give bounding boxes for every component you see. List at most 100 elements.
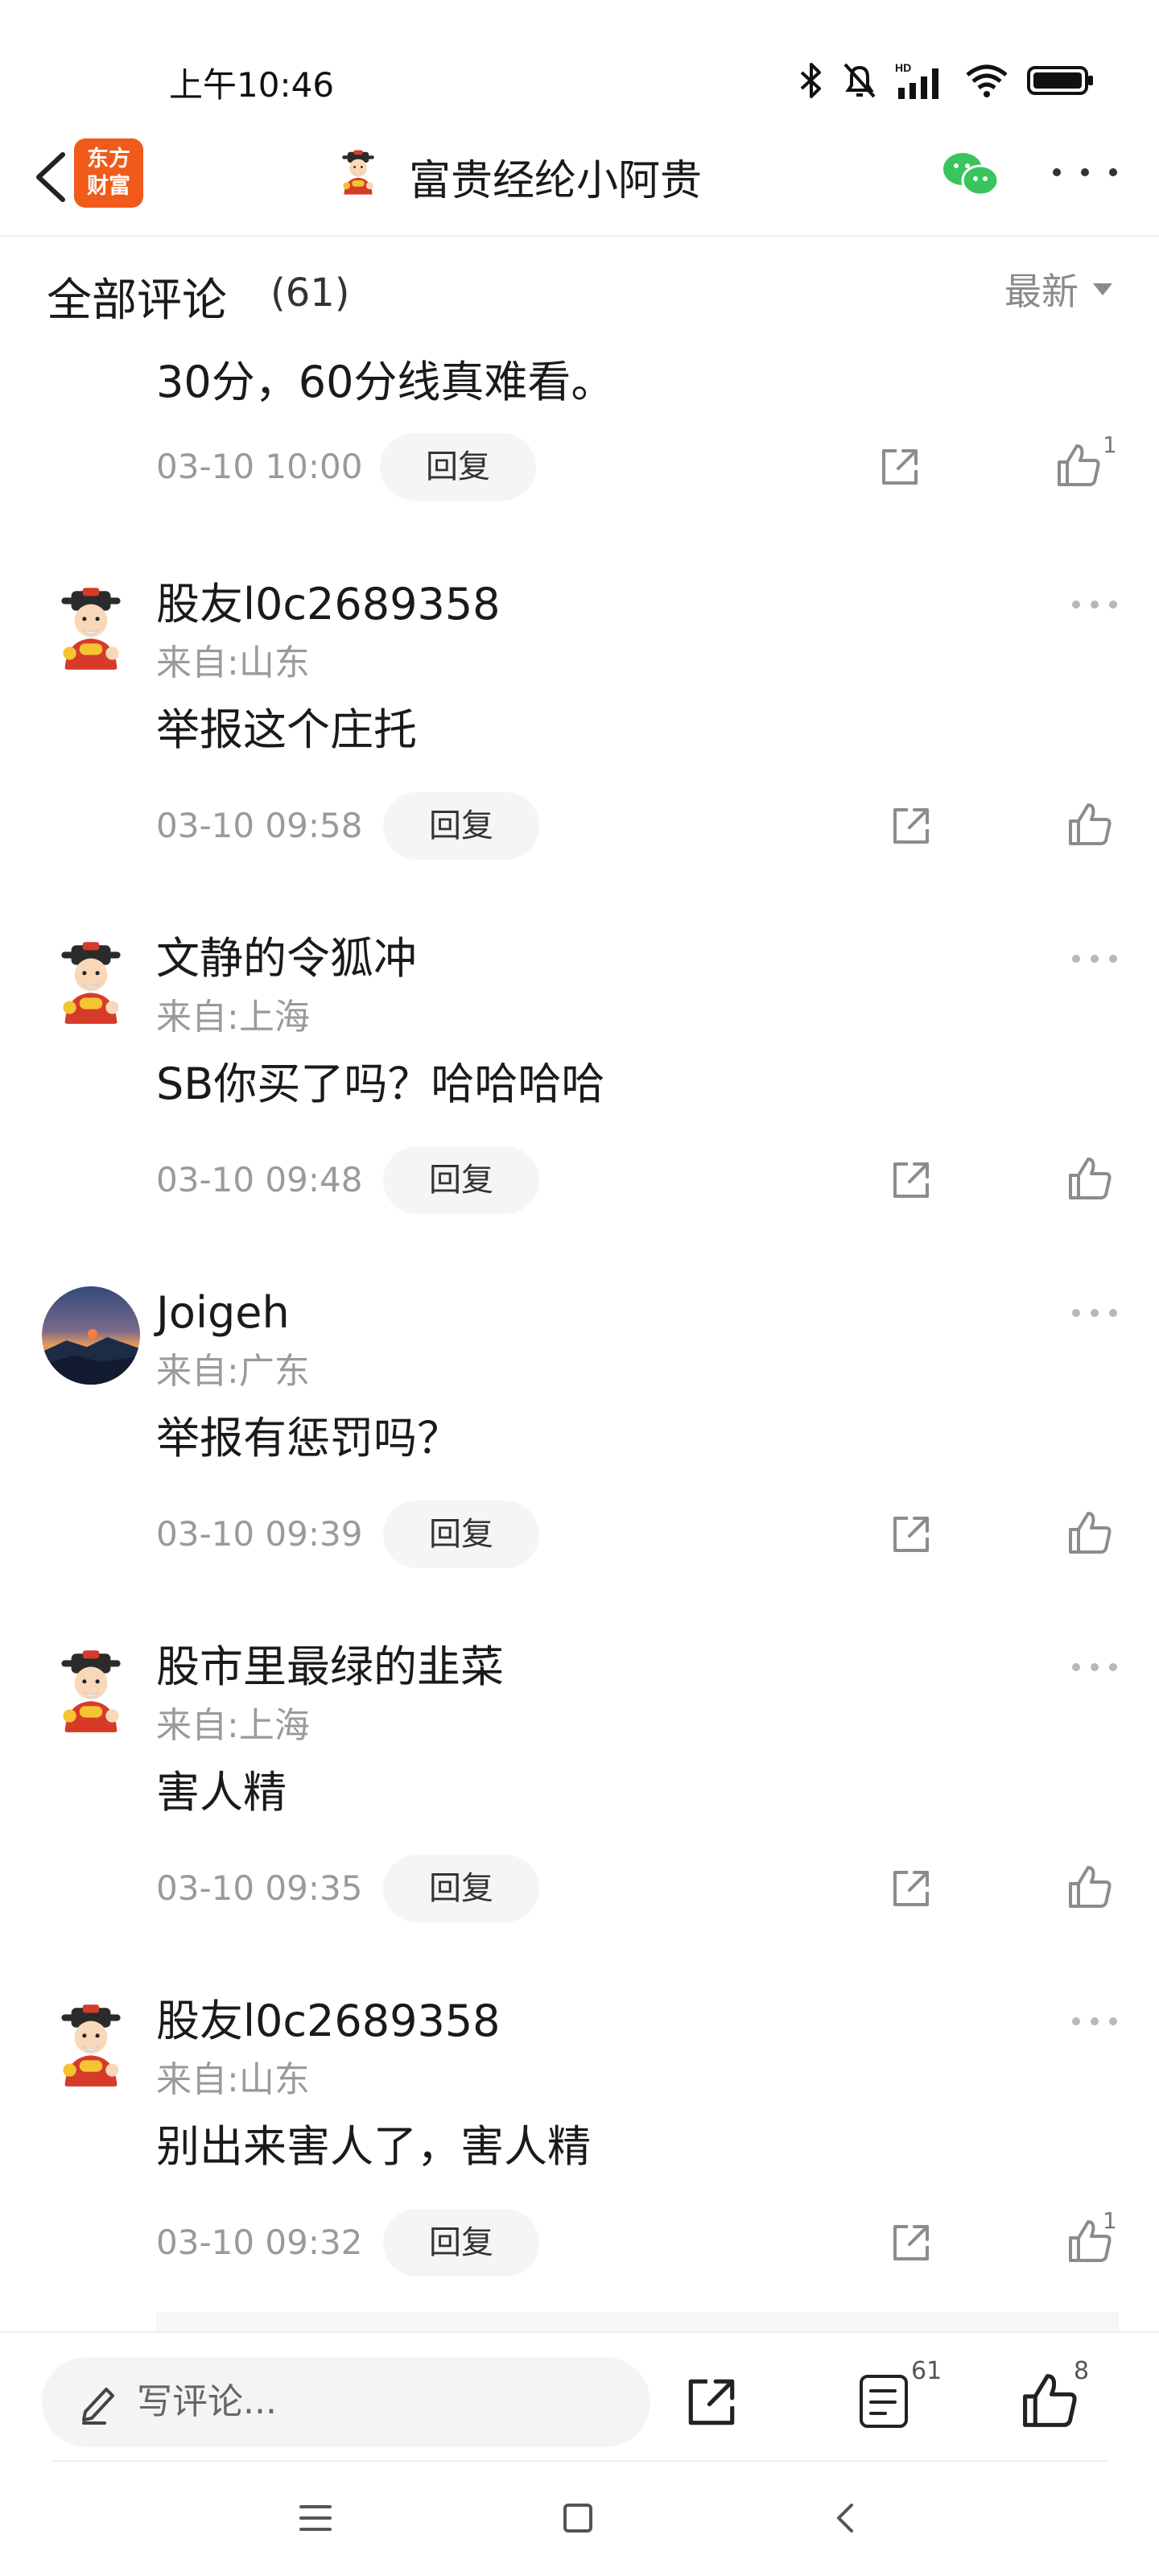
comments-header: 全部评论 (61) 最新 xyxy=(0,250,1159,330)
comment-date: 03-10 09:39 xyxy=(156,1514,363,1554)
more-options-button[interactable] xyxy=(1053,156,1117,188)
sort-dropdown[interactable]: 最新 xyxy=(1004,262,1112,316)
comment-content: SB你买了吗？哈哈哈哈 xyxy=(156,1059,605,1109)
like-count: 1 xyxy=(1103,2207,1117,2234)
comment-more-button[interactable] xyxy=(1072,1309,1117,1319)
app-logo[interactable]: 东方 财富 xyxy=(74,138,143,208)
like-icon[interactable] xyxy=(1066,1154,1114,1203)
comment-more-button[interactable] xyxy=(1072,2017,1117,2027)
more-dot-icon xyxy=(1091,955,1099,963)
bluetooth-icon xyxy=(800,63,821,98)
reply-button[interactable]: 回复 xyxy=(383,1146,539,1214)
nav-divider xyxy=(52,2460,1107,2462)
user-avatar[interactable] xyxy=(42,1995,140,2093)
like-icon[interactable] xyxy=(1066,800,1114,848)
more-dot-icon xyxy=(1091,2017,1099,2025)
chevron-left-icon xyxy=(36,152,65,202)
user-avatar[interactable] xyxy=(42,1286,140,1385)
comments-count: (61) xyxy=(270,270,350,316)
page-title: 富贵经纶小阿贵 xyxy=(409,157,703,205)
status-time: 上午10:46 xyxy=(169,65,335,105)
more-dot-icon xyxy=(1091,1309,1099,1317)
more-dot-icon xyxy=(1109,601,1117,609)
comment-more-button[interactable] xyxy=(1072,955,1117,964)
triangle-down-icon xyxy=(1093,283,1112,295)
like-icon[interactable] xyxy=(1054,441,1103,489)
comment-username[interactable]: 股友l0c2689358 xyxy=(156,576,501,633)
like-icon[interactable] xyxy=(1066,1509,1114,1557)
comment-date: 03-10 09:32 xyxy=(156,2223,363,2262)
system-nav-bar xyxy=(0,2463,1159,2576)
like-count: 1 xyxy=(1103,431,1117,458)
like-icon[interactable] xyxy=(1019,2370,1080,2431)
title-divider xyxy=(0,235,1159,237)
author-avatar[interactable] xyxy=(332,145,385,198)
comment-username[interactable]: Joigeh xyxy=(156,1285,290,1341)
avatar-image xyxy=(42,932,140,1030)
wechat-icon[interactable] xyxy=(940,148,1001,200)
comment-username[interactable]: 股友l0c2689358 xyxy=(156,1993,501,2050)
more-dot-icon xyxy=(1091,601,1099,609)
status-icons: HD xyxy=(798,58,1095,103)
comments-count-badge: 61 xyxy=(911,2357,942,2385)
pencil-icon xyxy=(82,2388,114,2425)
reply-preview-edge xyxy=(156,2312,1119,2331)
svg-text:HD: HD xyxy=(895,61,911,74)
comment-input[interactable]: 写评论... xyxy=(42,2357,650,2447)
reply-button[interactable]: 回复 xyxy=(383,792,539,860)
nav-home-button[interactable] xyxy=(563,2504,592,2533)
comment-location: 来自:上海 xyxy=(156,1705,310,1746)
comment-location: 来自:广东 xyxy=(156,1351,310,1392)
reply-button[interactable]: 回复 xyxy=(383,1855,539,1922)
comment-date: 03-10 09:58 xyxy=(156,806,363,845)
comment-username[interactable]: 文静的令狐冲 xyxy=(156,931,417,987)
comment-location: 来自:山东 xyxy=(156,2059,310,2100)
comment-content: 别出来害人了，害人精 xyxy=(156,2121,591,2172)
more-dot-icon xyxy=(1109,1663,1117,1671)
reply-button[interactable]: 回复 xyxy=(383,2209,539,2277)
user-avatar[interactable] xyxy=(42,1641,140,1739)
user-avatar[interactable] xyxy=(42,578,140,676)
bottom-action-bar: 写评论... 61 8 xyxy=(0,2331,1159,2468)
comment-content: 30分，60分线真难看。 xyxy=(156,357,615,407)
comment-location: 来自:山东 xyxy=(156,642,310,683)
more-dot-icon xyxy=(1109,2017,1117,2025)
more-dot-icon xyxy=(1081,168,1089,176)
comment-content: 举报有惩罚吗？ xyxy=(156,1413,460,1463)
share-icon[interactable] xyxy=(889,2220,934,2265)
comments-list-icon[interactable] xyxy=(858,2373,911,2431)
more-dot-icon xyxy=(1072,1309,1080,1317)
battery-icon xyxy=(1027,66,1093,95)
comment-username[interactable]: 股市里最绿的韭菜 xyxy=(156,1639,504,1695)
like-icon[interactable] xyxy=(1066,1863,1114,1911)
status-bar: 上午10:46 HD xyxy=(0,0,1159,137)
more-dot-icon xyxy=(1109,168,1117,176)
share-icon[interactable] xyxy=(683,2373,740,2431)
comment-more-button[interactable] xyxy=(1072,1663,1117,1673)
more-dot-icon xyxy=(1091,1663,1099,1671)
share-icon[interactable] xyxy=(889,803,934,848)
comment-location: 来自:上海 xyxy=(156,997,310,1038)
user-avatar[interactable] xyxy=(42,932,140,1030)
nav-menu-button[interactable] xyxy=(299,2505,332,2531)
reply-button[interactable]: 回复 xyxy=(383,1501,539,1568)
signal-icon: HD xyxy=(895,61,938,99)
more-dot-icon xyxy=(1072,2017,1080,2025)
share-icon[interactable] xyxy=(877,444,922,489)
back-button[interactable] xyxy=(18,145,82,209)
logo-line-1: 东方 xyxy=(87,147,130,171)
share-icon[interactable] xyxy=(889,1512,934,1557)
avatar-image xyxy=(42,1641,140,1739)
comment-more-button[interactable] xyxy=(1072,601,1117,610)
comment-date: 03-10 09:48 xyxy=(156,1160,363,1199)
more-dot-icon xyxy=(1109,955,1117,963)
logo-line-2: 财富 xyxy=(87,174,130,199)
share-icon[interactable] xyxy=(889,1158,934,1203)
title-bar: 东方 财富 富贵经纶小阿贵 xyxy=(0,121,1159,233)
reply-button[interactable]: 回复 xyxy=(380,433,536,501)
more-dot-icon xyxy=(1072,955,1080,963)
comment-input-placeholder: 写评论... xyxy=(137,2381,277,2422)
share-icon[interactable] xyxy=(889,1866,934,1911)
nav-back-button[interactable] xyxy=(829,2500,861,2536)
comments-title: 全部评论 xyxy=(47,275,227,327)
